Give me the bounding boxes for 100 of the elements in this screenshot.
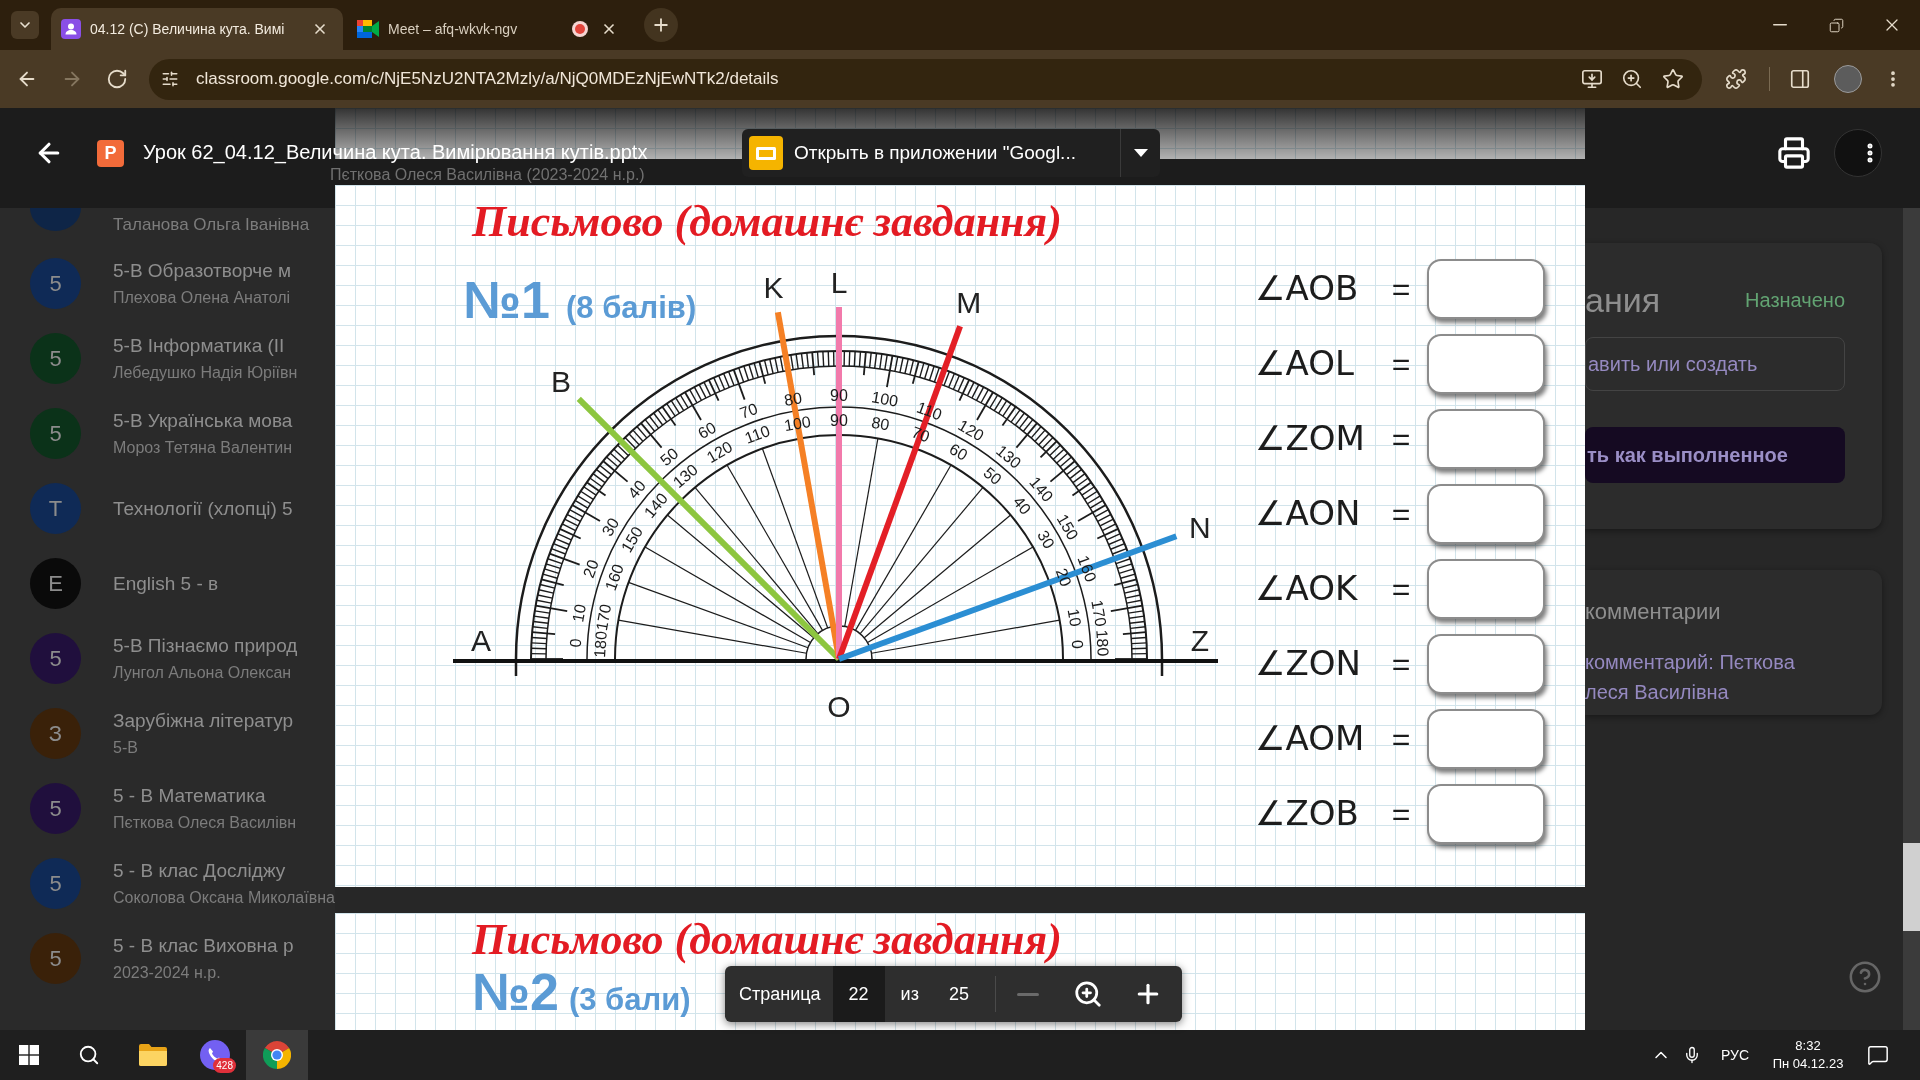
scale-number: 80	[782, 389, 804, 409]
browser-tab[interactable]: 04.12 (С) Величина кута. Вимі	[51, 8, 343, 50]
teacher-name: Лебедушко Надія Юріївн	[113, 363, 298, 383]
close-icon[interactable]	[601, 21, 617, 37]
scale-number: 170	[1088, 598, 1110, 628]
point-label: A	[471, 623, 491, 657]
class-name[interactable]: 5-В Українська мова	[113, 408, 293, 434]
angle-label: ∠AOM	[1255, 717, 1366, 760]
page-number-field[interactable]: 22	[832, 966, 885, 1022]
angle-label: ∠AOL	[1255, 342, 1355, 385]
angle-label: ∠AOK	[1255, 567, 1359, 610]
point-label: B	[551, 364, 572, 398]
notification-badge: 428	[213, 1058, 236, 1073]
four-squares-icon[interactable]	[19, 1045, 39, 1065]
open-in-app-button[interactable]: Открыть в приложении "Googl...	[742, 129, 1120, 177]
angle-label: ∠AON	[1255, 492, 1362, 535]
task-number: №2	[472, 964, 559, 1020]
scale-number: 110	[742, 422, 773, 447]
class-avatar[interactable]: 5	[30, 933, 81, 984]
class-avatar[interactable]: Т	[30, 483, 81, 534]
minimize-icon[interactable]	[1773, 24, 1787, 26]
class-avatar[interactable]: 5	[30, 258, 81, 309]
split-panel-icon[interactable]	[1789, 68, 1811, 90]
class-avatar[interactable]: 5	[30, 408, 81, 459]
file-title: Урок 62_04.12_Величина кута. Вимірювання кутів.pptx	[143, 140, 648, 163]
dropdown-button[interactable]	[1120, 129, 1160, 177]
angle-label: ∠ZOM	[1255, 417, 1366, 460]
zoom-in-icon[interactable]	[1621, 68, 1643, 90]
speech-bubble-icon[interactable]	[1867, 1044, 1889, 1066]
equals-sign: =	[1390, 269, 1412, 309]
class-avatar[interactable]: 5	[30, 783, 81, 834]
tricolor-circle-icon	[263, 1041, 291, 1069]
taskbar-app[interactable]	[246, 1030, 308, 1080]
mark-done-button[interactable]: ть как выполненное	[1585, 427, 1845, 483]
comment-link[interactable]: комментарий: Пєткова	[1585, 649, 1882, 675]
scale-number: 50	[657, 444, 682, 469]
card-title: комментарии	[1585, 598, 1722, 626]
class-name[interactable]: 5 - В Математика	[113, 783, 297, 809]
class-avatar[interactable]: 5	[30, 858, 81, 909]
equals-sign: =	[1390, 719, 1412, 759]
star-icon[interactable]	[1662, 68, 1684, 90]
slide-title: Письмово (домашнє завдання)	[472, 916, 1062, 964]
angle-label: ∠AOB	[1255, 267, 1360, 310]
teacher-name: Пєткова Олеся Василівн	[113, 813, 297, 833]
profile-avatar[interactable]	[1834, 65, 1862, 93]
new-tab-button[interactable]	[644, 8, 678, 42]
teacher-name: Мороз Тетяна Валентин	[113, 438, 293, 458]
comment-link[interactable]: леся Василівна	[1585, 679, 1882, 705]
equals-sign: =	[1390, 344, 1412, 384]
add-button[interactable]: авить или создать	[1585, 337, 1845, 391]
class-name[interactable]: 5 - В клас Виховна р	[113, 933, 294, 959]
minus-icon	[1016, 992, 1039, 996]
class-name[interactable]: 5 - В клас Досліджу	[113, 858, 335, 884]
teacher-name: Лунгол Альона Олексан	[113, 663, 293, 683]
scale-number: 100	[870, 388, 900, 410]
class-name[interactable]: Зарубіжна літератур	[113, 708, 294, 734]
puzzle-icon[interactable]	[1725, 68, 1747, 90]
scrollbar-thumb[interactable]	[1903, 843, 1920, 931]
class-avatar[interactable]: 5	[30, 633, 81, 684]
browser-tab[interactable]: Meet – afq-wkvk-ngv	[343, 8, 635, 50]
scale-number: 70	[737, 399, 760, 422]
sliders-icon[interactable]	[161, 70, 179, 88]
search-icon[interactable]	[78, 1044, 100, 1066]
point-label: O	[827, 689, 851, 723]
video-camera-icon	[357, 20, 379, 38]
scale-number: 80	[870, 413, 891, 434]
equals-sign: =	[1390, 419, 1412, 459]
scale-number: 100	[782, 412, 813, 435]
language-indicator[interactable]: РУС	[1720, 1044, 1749, 1066]
page-count: 25	[948, 982, 969, 1006]
class-avatar[interactable]: 5	[30, 333, 81, 384]
reload-icon[interactable]	[106, 68, 128, 90]
folder-icon	[139, 1044, 167, 1066]
equals-sign: =	[1390, 644, 1412, 684]
class-avatar[interactable]: З	[30, 708, 81, 759]
teacher-name: 2023-2024 н.р.	[113, 963, 222, 983]
scale-number: 160	[1074, 553, 1100, 585]
monitor-download-icon[interactable]	[1581, 68, 1603, 90]
restore-icon[interactable]	[1828, 17, 1844, 33]
class-name[interactable]: 5-В Пізнаємо природ	[113, 633, 298, 659]
class-name[interactable]: 5-В Образотворче м	[113, 258, 292, 284]
help-icon[interactable]	[1848, 960, 1882, 994]
tab-list-button[interactable]	[11, 11, 39, 39]
class-name[interactable]: 5-В Інформатика (II	[113, 333, 298, 359]
point-label: Z	[1190, 623, 1210, 657]
class-avatar[interactable]: E	[30, 558, 81, 609]
teacher-name: 5-В	[113, 738, 139, 758]
print-icon	[1777, 136, 1811, 170]
equals-sign: =	[1390, 794, 1412, 834]
class-name[interactable]: English 5 - в	[113, 570, 219, 597]
address-bar[interactable]: classroom.google.com/c/NjE5NzU2NTA2Mzly/a/NjQ0MDEzNjEwNTk2/details	[149, 58, 1702, 100]
print-button[interactable]	[1776, 135, 1812, 171]
class-name[interactable]: Технології (хлопці) 5	[113, 495, 293, 522]
clock[interactable]: 8:32 Пн 04.12.23	[1771, 1037, 1845, 1073]
course-teacher: Пєткова Олеся Василівна (2023-2024 н.р.)	[330, 165, 645, 185]
task-points: (8 балів)	[566, 290, 697, 325]
slide-title: Письмово (домашнє завдання)	[472, 196, 1062, 248]
close-icon[interactable]	[312, 21, 328, 37]
scrollbar[interactable]	[1903, 208, 1920, 1030]
scale-number: 20	[579, 557, 602, 580]
